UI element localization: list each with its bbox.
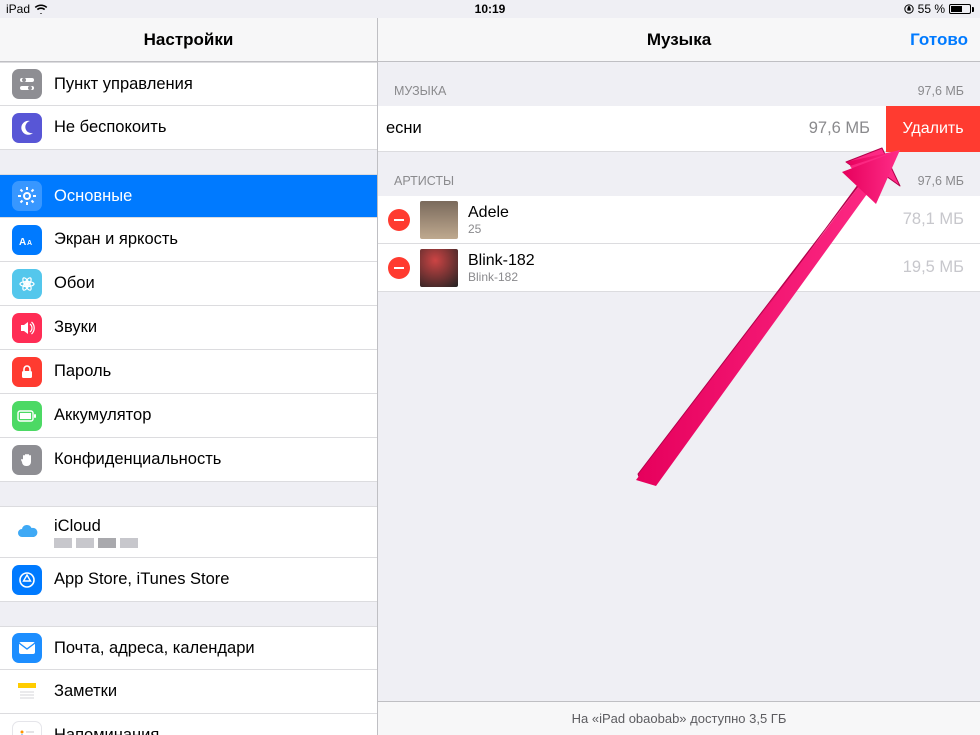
textsize-icon: AA <box>12 225 42 255</box>
sidebar-item-label: Заметки <box>54 682 117 701</box>
lock-icon <box>12 357 42 387</box>
section-header-label: АРТИСТЫ <box>394 174 454 188</box>
icloud-sub-bar <box>54 538 138 548</box>
sidebar-item-passcode[interactable]: Пароль <box>0 350 377 394</box>
sidebar-item-label: Пароль <box>54 362 111 381</box>
moon-icon <box>12 113 42 143</box>
artist-subtitle: 25 <box>468 222 509 236</box>
artist-size: 78,1 МБ <box>903 210 980 229</box>
sidebar-item-wallpaper[interactable]: Обои <box>0 262 377 306</box>
sidebar-item-label: Не беспокоить <box>54 118 166 137</box>
artist-row[interactable]: Blink-182 Blink-182 19,5 МБ <box>378 244 980 292</box>
svg-text:A: A <box>27 240 32 247</box>
battery-icon <box>12 401 42 431</box>
section-header-label: МУЗЫКА <box>394 84 446 98</box>
section-header-size: 97,6 МБ <box>918 174 964 188</box>
sidebar-item-label: Пункт управления <box>54 75 193 94</box>
svg-text:A: A <box>19 237 26 248</box>
sidebar-item-label: iCloud <box>54 517 138 536</box>
sidebar-item-notes[interactable]: Заметки <box>0 670 377 714</box>
detail-pane: Музыка Готово МУЗЫКА 97,6 МБ есни 97,6 М… <box>378 18 980 735</box>
notes-icon <box>12 677 42 707</box>
artist-row[interactable]: Adele 25 78,1 МБ <box>378 196 980 244</box>
sidebar-item-label: Основные <box>54 187 132 206</box>
reminders-icon <box>12 721 42 735</box>
delete-button[interactable]: Удалить <box>886 106 980 152</box>
artist-subtitle: Blink-182 <box>468 270 535 284</box>
remove-artist-button[interactable] <box>388 209 410 231</box>
sidebar-item-label: Почта, адреса, календари <box>54 639 255 658</box>
sidebar-item-label: Конфиденциальность <box>54 450 221 469</box>
sidebar-item-general[interactable]: Основные <box>0 174 377 218</box>
detail-navbar: Музыка Готово <box>378 18 980 62</box>
storage-footer: На «iPad obaobab» доступно 3,5 ГБ <box>378 701 980 735</box>
cloud-icon <box>12 517 42 547</box>
artist-size: 19,5 МБ <box>903 258 980 277</box>
section-header-music: МУЗЫКА 97,6 МБ <box>378 62 980 106</box>
sidebar-item-sounds[interactable]: Звуки <box>0 306 377 350</box>
battery-icon <box>949 4 974 14</box>
sidebar-item-battery[interactable]: Аккумулятор <box>0 394 377 438</box>
sidebar-item-privacy[interactable]: Конфиденциальность <box>0 438 377 482</box>
songs-label: есни <box>378 119 422 138</box>
sidebar-item-label: Аккумулятор <box>54 406 151 425</box>
sidebar-item-mail[interactable]: Почта, адреса, календари <box>0 626 377 670</box>
sidebar-item-display[interactable]: AA Экран и яркость <box>0 218 377 262</box>
gear-icon <box>12 181 42 211</box>
hand-icon <box>12 445 42 475</box>
artist-thumbnail <box>420 249 458 287</box>
toggles-icon <box>12 69 42 99</box>
settings-sidebar: Настройки Пункт управления Не беспокоить <box>0 18 378 735</box>
sidebar-item-reminders[interactable]: Напоминания <box>0 714 377 735</box>
sidebar-item-label: Экран и яркость <box>54 230 178 249</box>
section-header-artists: АРТИСТЫ 97,6 МБ <box>378 152 980 196</box>
sidebar-title: Настройки <box>144 30 234 50</box>
artist-name: Adele <box>468 204 509 222</box>
status-bar: iPad 10:19 55 % <box>0 0 980 18</box>
detail-title: Музыка <box>647 30 711 50</box>
songs-size: 97,6 МБ <box>809 119 886 138</box>
sidebar-item-icloud[interactable]: iCloud <box>0 506 377 558</box>
sidebar-navbar: Настройки <box>0 18 377 62</box>
appstore-icon <box>12 565 42 595</box>
sidebar-item-label: App Store, iTunes Store <box>54 570 229 589</box>
artist-thumbnail <box>420 201 458 239</box>
sidebar-item-appstore[interactable]: App Store, iTunes Store <box>0 558 377 602</box>
flower-icon <box>12 269 42 299</box>
done-button[interactable]: Готово <box>910 30 968 50</box>
speaker-icon <box>12 313 42 343</box>
sidebar-item-control-center[interactable]: Пункт управления <box>0 62 377 106</box>
clock: 10:19 <box>0 2 980 16</box>
remove-artist-button[interactable] <box>388 257 410 279</box>
sidebar-item-do-not-disturb[interactable]: Не беспокоить <box>0 106 377 150</box>
section-header-size: 97,6 МБ <box>918 84 964 98</box>
mail-icon <box>12 633 42 663</box>
songs-row[interactable]: есни 97,6 МБ Удалить <box>378 106 980 152</box>
sidebar-item-label: Звуки <box>54 318 97 337</box>
sidebar-item-label: Обои <box>54 274 95 293</box>
artist-name: Blink-182 <box>468 252 535 270</box>
sidebar-item-label: Напоминания <box>54 726 159 735</box>
